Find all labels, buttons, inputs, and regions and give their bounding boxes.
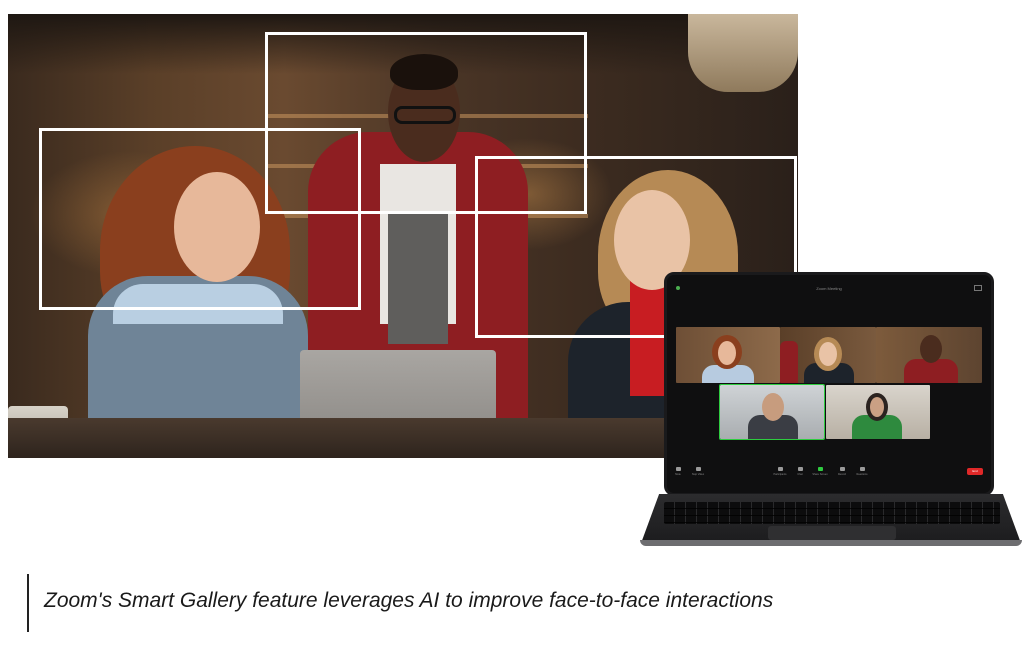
zoom-meeting-window: Zoom Meeting Mute Stop Video Participant…	[664, 272, 994, 496]
toolbar-chat-button[interactable]: Chat	[791, 467, 809, 481]
caption-accent-bar	[27, 574, 29, 632]
fullscreen-icon[interactable]	[974, 285, 982, 291]
meeting-toolbar: Mute Stop Video Participants Chat Share …	[667, 467, 991, 481]
gallery-tile-right[interactable]	[876, 327, 982, 383]
camera-icon	[695, 467, 701, 471]
microphone-icon	[675, 467, 681, 471]
toolbar-record-button[interactable]: Record	[833, 467, 851, 481]
toolbar-video-button[interactable]: Stop Video	[689, 467, 707, 481]
laptop-base-edge	[640, 540, 1022, 546]
toolbar-mute-button[interactable]: Mute	[669, 467, 687, 481]
keyboard-keys	[664, 502, 1000, 524]
gallery-tile-center[interactable]	[780, 327, 876, 383]
record-icon	[839, 467, 845, 471]
gallery-tile-left[interactable]	[676, 327, 780, 383]
window-title: Zoom Meeting	[816, 286, 842, 291]
toolbar-share-screen-button[interactable]: Share Screen	[811, 467, 829, 481]
reactions-icon	[859, 467, 865, 471]
caption-text: Zoom's Smart Gallery feature leverages A…	[44, 589, 774, 612]
end-meeting-button[interactable]: End	[967, 468, 983, 475]
pendant-lamp	[688, 14, 798, 92]
gallery-tile-active-speaker[interactable]	[719, 384, 825, 440]
toolbar-reactions-button[interactable]: Reactions	[853, 467, 871, 481]
gallery-tile-remote[interactable]	[826, 385, 930, 439]
trackpad	[768, 526, 896, 540]
toolbar-participants-button[interactable]: Participants	[771, 467, 789, 481]
laptop: Zoom Meeting Mute Stop Video Participant…	[640, 272, 1024, 548]
chat-icon	[797, 467, 803, 471]
participants-icon	[777, 467, 783, 471]
face-frame-left	[39, 128, 361, 310]
share-screen-icon	[817, 467, 823, 471]
